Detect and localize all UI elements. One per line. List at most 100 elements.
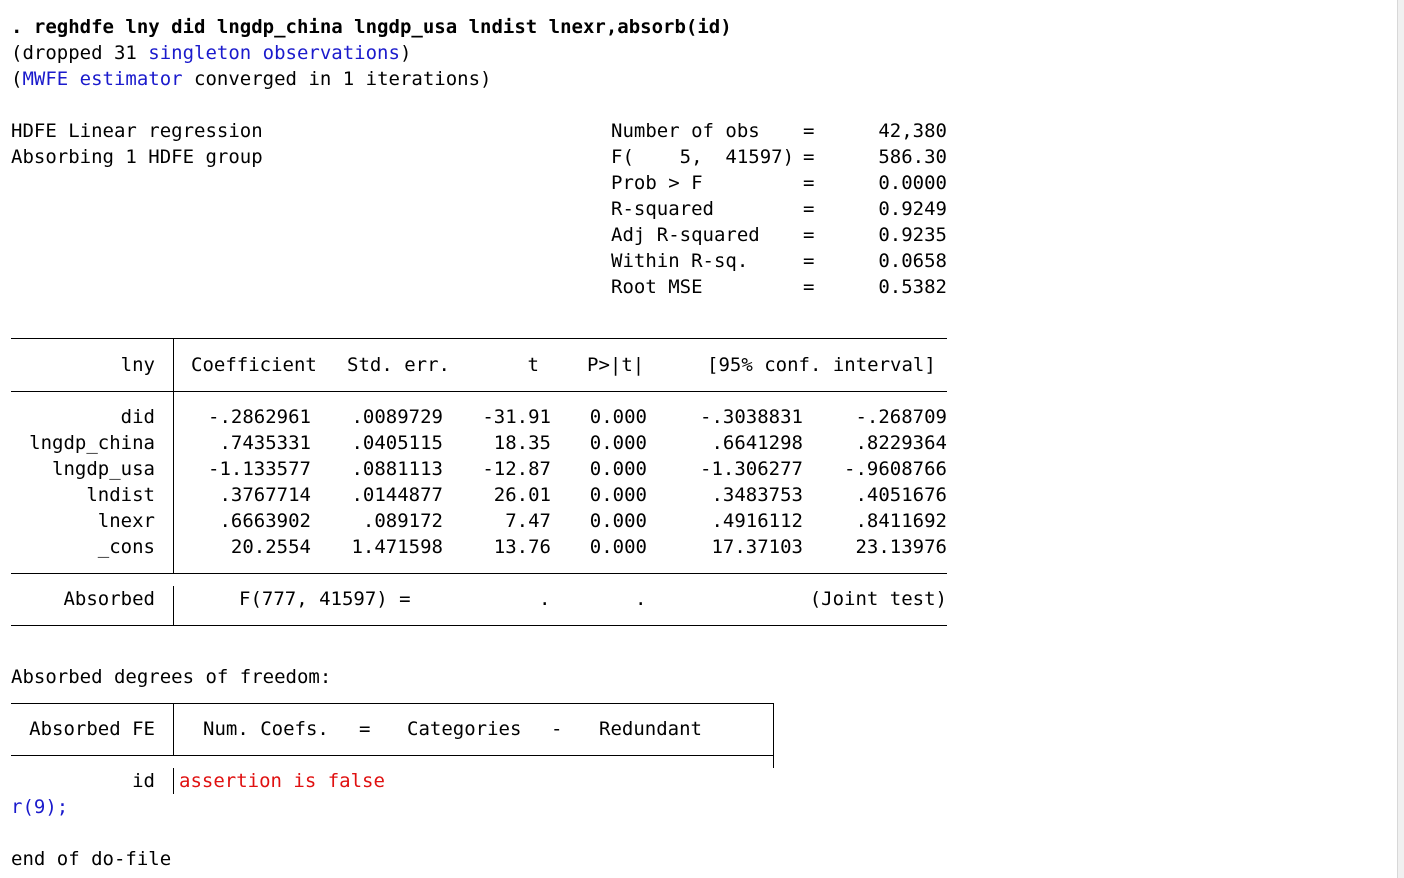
absorbed-joint-test: (Joint test) — [809, 588, 947, 610]
absorbed-ftest: F(777, 41597) = — [239, 588, 411, 610]
row-coefficient: .3767714 — [219, 484, 311, 506]
table-bottom-rule — [11, 625, 947, 626]
stat-equals: = — [803, 250, 815, 272]
dropped-note: (dropped 31 singleton observations) — [11, 40, 411, 66]
dof-col-minus: - — [551, 718, 563, 740]
dropped-note-text: (dropped 31 — [11, 42, 149, 64]
dof-body-divider — [173, 768, 174, 794]
row-coefficient: -1.133577 — [208, 458, 311, 480]
row-std-err: .0089729 — [351, 406, 443, 428]
dof-col-eq: = — [359, 718, 371, 740]
row-ci-lower: -1.306277 — [700, 458, 803, 480]
row-ci-upper: .4051676 — [855, 484, 947, 506]
row-variable: _cons — [97, 536, 155, 558]
row-std-err: .089172 — [362, 510, 443, 532]
row-std-err: .0881113 — [351, 458, 443, 480]
col-p: P>|t| — [587, 354, 645, 376]
dof-header-divider — [173, 704, 174, 755]
table-top-rule — [11, 338, 947, 339]
row-std-err: 1.471598 — [351, 536, 443, 558]
col-std-err: Std. err. — [347, 354, 450, 376]
dof-title: Absorbed degrees of freedom: — [11, 666, 332, 688]
stat-equals: = — [803, 198, 815, 220]
row-variable: lnexr — [97, 510, 155, 532]
depvar-label: lny — [120, 354, 155, 376]
row-t: 13.76 — [493, 536, 551, 558]
col-conf-interval: [95% conf. interval] — [707, 354, 936, 376]
row-ci-lower: .6641298 — [711, 432, 803, 454]
dof-header-rule — [11, 755, 774, 756]
mwfe-note-open: ( — [11, 68, 23, 90]
row-t: -12.87 — [482, 458, 551, 480]
row-p-value: 0.000 — [589, 458, 647, 480]
row-ci-upper: .8229364 — [855, 432, 947, 454]
command-text: reghdfe lny did lngdp_china lngdp_usa ln… — [33, 16, 732, 38]
table-header-divider — [173, 339, 174, 391]
absorbed-label: Absorbed — [63, 588, 155, 610]
row-p-value: 0.000 — [589, 510, 647, 532]
row-t: 26.01 — [493, 484, 551, 506]
row-ci-lower: .3483753 — [711, 484, 803, 506]
row-t: -31.91 — [482, 406, 551, 428]
stat-label: R-squared — [611, 198, 714, 220]
row-ci-lower: 17.37103 — [711, 536, 803, 558]
row-ci-lower: -.3038831 — [700, 406, 803, 428]
row-ci-upper: .8411692 — [855, 510, 947, 532]
stat-equals: = — [803, 276, 815, 298]
stat-value: 0.9249 — [878, 198, 947, 220]
header-subtitle: Absorbing 1 HDFE group — [11, 146, 263, 168]
stat-label: Root MSE — [611, 276, 703, 298]
stat-label: F( 5, 41597) — [611, 146, 795, 168]
row-t: 7.47 — [505, 510, 551, 532]
dof-col-categories: Categories — [407, 718, 522, 740]
row-p-value: 0.000 — [589, 432, 647, 454]
stat-value: 0.5382 — [878, 276, 947, 298]
row-ci-lower: .4916112 — [711, 510, 803, 532]
error-message: assertion is false — [179, 770, 385, 792]
stat-label: Number of obs — [611, 120, 760, 142]
singleton-link[interactable]: singleton observations — [148, 42, 400, 64]
row-coefficient: .7435331 — [219, 432, 311, 454]
dropped-note-close: ) — [399, 42, 412, 64]
table-absorbed-divider — [173, 586, 174, 625]
row-variable: lngdp_usa — [52, 458, 155, 480]
stat-value: 586.30 — [878, 146, 947, 168]
row-variable: did — [120, 406, 155, 428]
row-p-value: 0.000 — [589, 406, 647, 428]
stat-equals: = — [803, 146, 815, 168]
row-coefficient: -.2862961 — [208, 406, 311, 428]
stat-equals: = — [803, 120, 815, 142]
stat-label: Within R-sq. — [611, 250, 749, 272]
stat-equals: = — [803, 172, 815, 194]
row-p-value: 0.000 — [589, 484, 647, 506]
row-ci-upper: 23.13976 — [855, 536, 947, 558]
dof-col-num: Num. Coefs. — [203, 718, 329, 740]
dof-right-border — [773, 703, 774, 768]
stat-equals: = — [803, 224, 815, 246]
stat-label: Adj R-squared — [611, 224, 760, 246]
row-coefficient: 20.2554 — [230, 536, 311, 558]
row-t: 18.35 — [493, 432, 551, 454]
row-ci-upper: -.9608766 — [844, 458, 947, 480]
row-variable: lndist — [86, 484, 155, 506]
mwfe-note-text: converged in 1 iterations) — [182, 68, 492, 90]
stat-value: 0.9235 — [878, 224, 947, 246]
table-body-rule — [11, 573, 947, 574]
row-std-err: .0405115 — [351, 432, 443, 454]
row-ci-upper: -.268709 — [855, 406, 947, 428]
stat-label: Prob > F — [611, 172, 703, 194]
mwfe-link[interactable]: MWFE estimator — [22, 68, 182, 90]
absorbed-dot-2: . — [635, 588, 647, 610]
return-code-link[interactable]: r(9); — [11, 794, 68, 820]
row-std-err: .0144877 — [351, 484, 443, 506]
absorbed-dot-1: . — [539, 588, 551, 610]
col-coefficient: Coefficient — [191, 354, 317, 376]
command-line: . reghdfe lny did lngdp_china lngdp_usa … — [11, 14, 732, 40]
stat-value: 42,380 — [878, 120, 947, 142]
dof-col-redundant: Redundant — [599, 718, 702, 740]
row-coefficient: .6663902 — [219, 510, 311, 532]
vertical-scrollbar[interactable] — [1397, 0, 1404, 878]
dof-col-fe: Absorbed FE — [29, 718, 155, 740]
mwfe-note: (MWFE estimator converged in 1 iteration… — [11, 66, 491, 92]
stat-value: 0.0000 — [878, 172, 947, 194]
